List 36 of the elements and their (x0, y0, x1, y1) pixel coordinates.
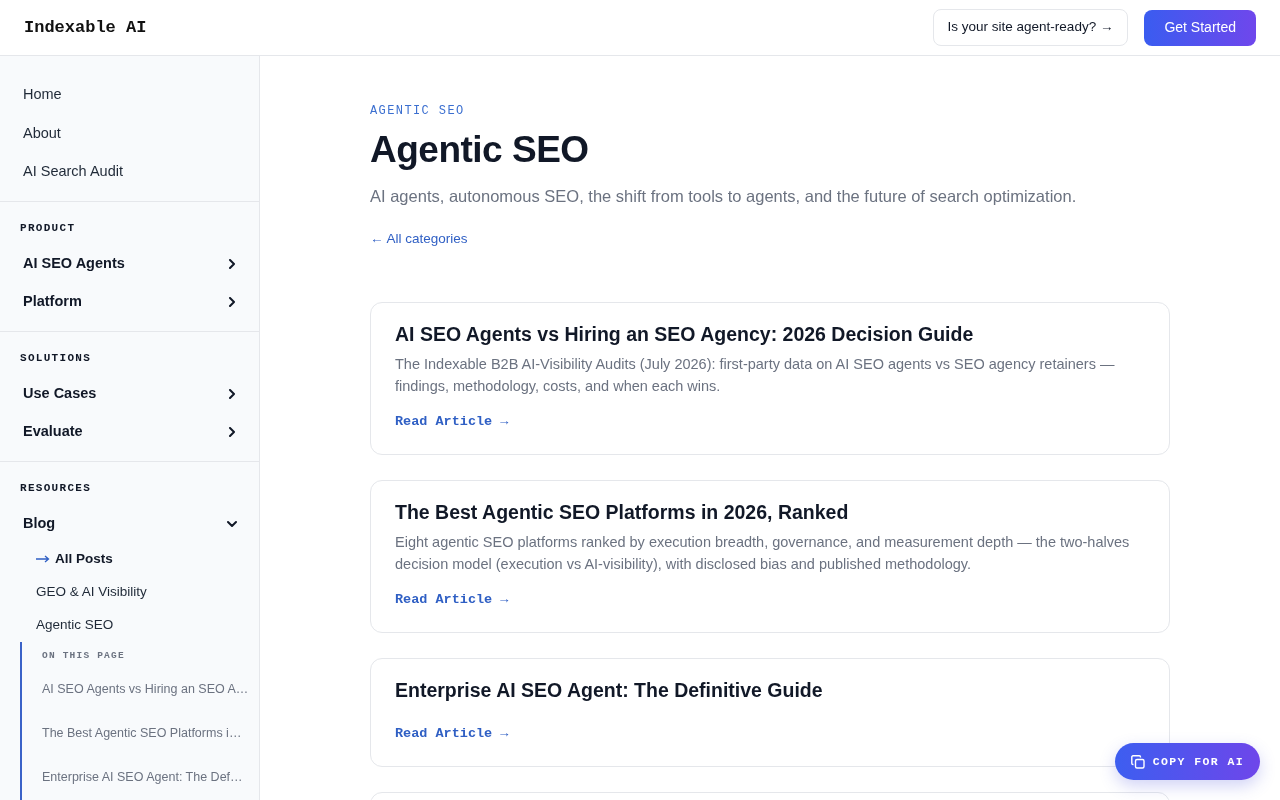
section-heading: SOLUTIONS (19, 351, 93, 364)
sidebar-menu-link[interactable]: Use Cases (0, 374, 259, 413)
read-article-link[interactable]: Read Article → (395, 590, 509, 610)
toc-link[interactable]: The Best Agentic SEO Platforms i… (22, 711, 259, 756)
site-check-button[interactable]: Is your site agent-ready? → (932, 9, 1129, 46)
article-title[interactable]: Enterprise AI SEO Agent: The Definitive Guide (395, 677, 1145, 703)
copy-icon (1130, 754, 1145, 769)
sidebar-menu-link[interactable]: AI SEO Agents (0, 244, 259, 283)
read-article-link[interactable]: Read Article → (395, 412, 509, 432)
sidebar-link[interactable]: About (0, 113, 259, 152)
arrow-icon (36, 555, 50, 563)
article-title[interactable]: AI SEO Agents vs Hiring an SEO Agency: 2026 Decision Guide (395, 321, 1145, 347)
toc-link[interactable]: Enterprise AI SEO Agent: The Def… (22, 755, 259, 800)
page-title: Agentic SEO (370, 128, 590, 172)
copy-for-ai-button[interactable]: COPY FOR AI (1114, 743, 1260, 780)
toc-heading: ON THIS PAGE (41, 649, 126, 662)
toc-link[interactable]: AI SEO Agents vs Hiring an SEO A… (22, 667, 259, 712)
read-article-link[interactable]: Read Article → (395, 724, 509, 744)
sidebar-link[interactable]: Home (0, 75, 259, 114)
article-summary: Eight agentic SEO platforms ranked by execution breadth, governance, and measurement depth — the two-halves decision model (execution vs AI-visibility), with disclosed bias and published methodology. (395, 533, 1131, 574)
sidebar-menu-link[interactable]: Evaluate (0, 412, 259, 451)
sidebar-menu-link[interactable]: Blog (0, 504, 259, 543)
category-label: AGENTIC SEO (370, 104, 466, 118)
site-logo[interactable]: Indexable AI (24, 14, 147, 41)
back-link[interactable]: ← All categories (370, 229, 468, 249)
article-title[interactable]: The Best Agentic SEO Platforms in 2026, Ranked (395, 499, 1145, 525)
sidebar-sublink[interactable]: Agentic SEO (0, 608, 259, 642)
section-heading: RESOURCES (19, 481, 93, 494)
article-summary: The Indexable B2B AI-Visibility Audits (July 2026): first-party data on AI SEO agents vs SEO agency retainers — findings, methodology, costs, and when each wins. (395, 355, 1116, 396)
sidebar-sublink[interactable]: GEO & AI Visibility (0, 575, 259, 609)
section-heading: PRODUCT (19, 221, 77, 234)
page-description: AI agents, autonomous SEO, the shift from tools to agents, and the future of search optimization. (370, 186, 1078, 207)
sidebar-sublink[interactable]: All Posts (0, 542, 259, 576)
get-started-button[interactable]: Get Started (1144, 9, 1256, 46)
sidebar-link[interactable]: AI Search Audit (0, 152, 259, 191)
sidebar-menu-link[interactable]: Platform (0, 282, 259, 321)
